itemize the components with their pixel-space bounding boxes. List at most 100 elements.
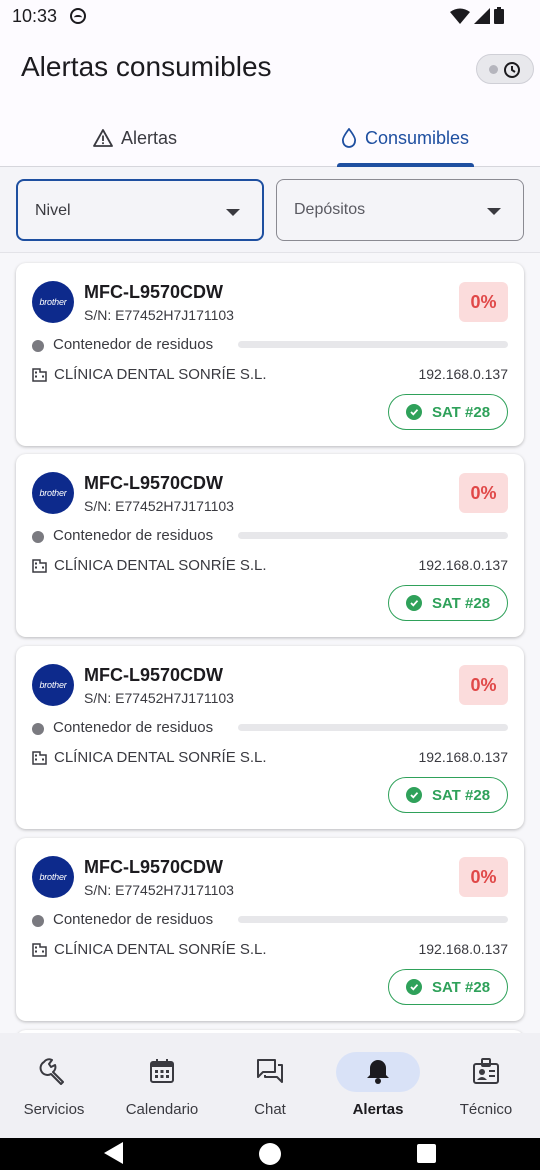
building-icon [32, 368, 47, 382]
deposits-dropdown[interactable]: Depósitos [276, 179, 524, 241]
client-name: CLÍNICA DENTAL SONRÍE S.L. [54, 557, 267, 574]
consumable-card[interactable]: brother MFC-L9570CDW S/N: E77452H7J17110… [16, 838, 524, 1021]
sat-badge[interactable]: SAT #28 [388, 585, 508, 621]
back-icon[interactable] [104, 1142, 123, 1164]
client-name: CLÍNICA DENTAL SONRÍE S.L. [54, 941, 267, 958]
status-bar: 10:33 [0, 0, 540, 34]
consumable-card[interactable]: brother MFC-L9570CDW S/N: E77452H7J17110… [16, 646, 524, 829]
ip-address: 192.168.0.137 [418, 366, 508, 382]
sat-badge[interactable]: SAT #28 [388, 969, 508, 1005]
nav-alertas[interactable]: Alertas [324, 1033, 432, 1138]
sat-badge[interactable]: SAT #28 [388, 777, 508, 813]
status-icons [450, 7, 504, 24]
wrench-icon [38, 1055, 70, 1087]
status-time: 10:33 [12, 6, 58, 26]
level-progress-bar [238, 724, 508, 731]
printer-model: MFC-L9570CDW [84, 665, 224, 685]
serial-number: S/N: E77452H7J171103 [84, 882, 234, 898]
consumable-dot-icon [32, 915, 44, 927]
wifi-icon [450, 8, 470, 24]
tab-label: Alertas [120, 127, 178, 148]
toggle-dot [489, 65, 498, 74]
consumable-name: Contenedor de residuos [53, 527, 214, 544]
consumable-name: Contenedor de residuos [53, 336, 214, 353]
consumable-name: Contenedor de residuos [53, 911, 214, 928]
drop-icon [341, 128, 356, 148]
battery-icon [494, 7, 504, 24]
sat-label: SAT #28 [431, 403, 491, 421]
check-circle-icon [405, 787, 422, 803]
level-progress-bar [238, 532, 508, 539]
sat-label: SAT #28 [431, 786, 491, 804]
nav-label: Alertas [352, 1101, 404, 1118]
sat-badge[interactable]: SAT #28 [388, 394, 508, 430]
check-circle-icon [405, 595, 422, 611]
ip-address: 192.168.0.137 [418, 749, 508, 765]
level-badge: 0% [459, 473, 508, 513]
consumable-card[interactable]: brother MFC-L9570CDW S/N: E77452H7J17110… [16, 454, 524, 637]
history-toggle[interactable] [476, 54, 534, 84]
tab-alertas[interactable]: Alertas [0, 110, 270, 166]
clock-icon [504, 62, 520, 78]
consumable-card[interactable]: brother MFC-L9570CDW S/N: E77452H7J17110… [16, 263, 524, 446]
nav-label: Calendario [125, 1101, 199, 1118]
nav-calendario[interactable]: Calendario [108, 1033, 216, 1138]
system-navigation-bar [0, 1138, 540, 1170]
brand-logo: brother [32, 856, 74, 898]
level-badge: 0% [459, 857, 508, 897]
nav-chat[interactable]: Chat [216, 1033, 324, 1138]
consumable-name: Contenedor de residuos [53, 719, 214, 736]
recents-icon[interactable] [417, 1144, 436, 1163]
printer-model: MFC-L9570CDW [84, 473, 224, 493]
dropdown-arrow-icon [487, 208, 501, 215]
building-icon [32, 751, 47, 765]
signal-icon [474, 7, 490, 24]
brand-logo: brother [32, 472, 74, 514]
printer-model: MFC-L9570CDW [84, 282, 224, 302]
check-circle-icon [405, 404, 422, 420]
nav-label: Servicios [23, 1101, 85, 1118]
page-title: Alertas consumibles [21, 51, 272, 82]
tab-consumibles[interactable]: Consumibles [270, 110, 540, 166]
check-circle-icon [405, 979, 422, 995]
dropdown-arrow-icon [226, 209, 240, 216]
nav-servicios[interactable]: Servicios [0, 1033, 108, 1138]
tab-label: Consumibles [364, 127, 470, 148]
serial-number: S/N: E77452H7J171103 [84, 498, 234, 514]
chat-icon [254, 1055, 286, 1087]
nav-tecnico[interactable]: Técnico [432, 1033, 540, 1138]
app-notification-icon [70, 8, 86, 24]
level-progress-bar [238, 341, 508, 348]
ip-address: 192.168.0.137 [418, 557, 508, 573]
sat-label: SAT #28 [431, 594, 491, 612]
bell-icon [362, 1055, 394, 1087]
sat-label: SAT #28 [431, 978, 491, 996]
level-dropdown[interactable]: Nivel [16, 179, 264, 241]
level-dropdown-label: Nivel [35, 202, 71, 219]
level-badge: 0% [459, 665, 508, 705]
client-name: CLÍNICA DENTAL SONRÍE S.L. [54, 749, 267, 766]
calendar-icon [146, 1055, 178, 1087]
warning-icon [93, 129, 113, 147]
filter-bar: Nivel Depósitos [0, 167, 540, 253]
serial-number: S/N: E77452H7J171103 [84, 690, 234, 706]
building-icon [32, 943, 47, 957]
nav-label: Técnico [459, 1101, 513, 1118]
level-badge: 0% [459, 282, 508, 322]
app-header: Alertas consumibles [0, 34, 540, 110]
home-icon[interactable] [259, 1143, 281, 1165]
consumable-dot-icon [32, 723, 44, 735]
ip-address: 192.168.0.137 [418, 941, 508, 957]
bottom-navigation: Servicios Calendario Chat Alertas Técnic… [0, 1033, 540, 1138]
consumable-dot-icon [32, 340, 44, 352]
serial-number: S/N: E77452H7J171103 [84, 307, 234, 323]
brand-logo: brother [32, 664, 74, 706]
nav-label: Chat [254, 1101, 286, 1118]
technician-icon [470, 1055, 502, 1087]
building-icon [32, 559, 47, 573]
level-progress-bar [238, 916, 508, 923]
brand-logo: brother [32, 281, 74, 323]
client-name: CLÍNICA DENTAL SONRÍE S.L. [54, 366, 267, 383]
consumable-dot-icon [32, 531, 44, 543]
printer-model: MFC-L9570CDW [84, 857, 224, 877]
